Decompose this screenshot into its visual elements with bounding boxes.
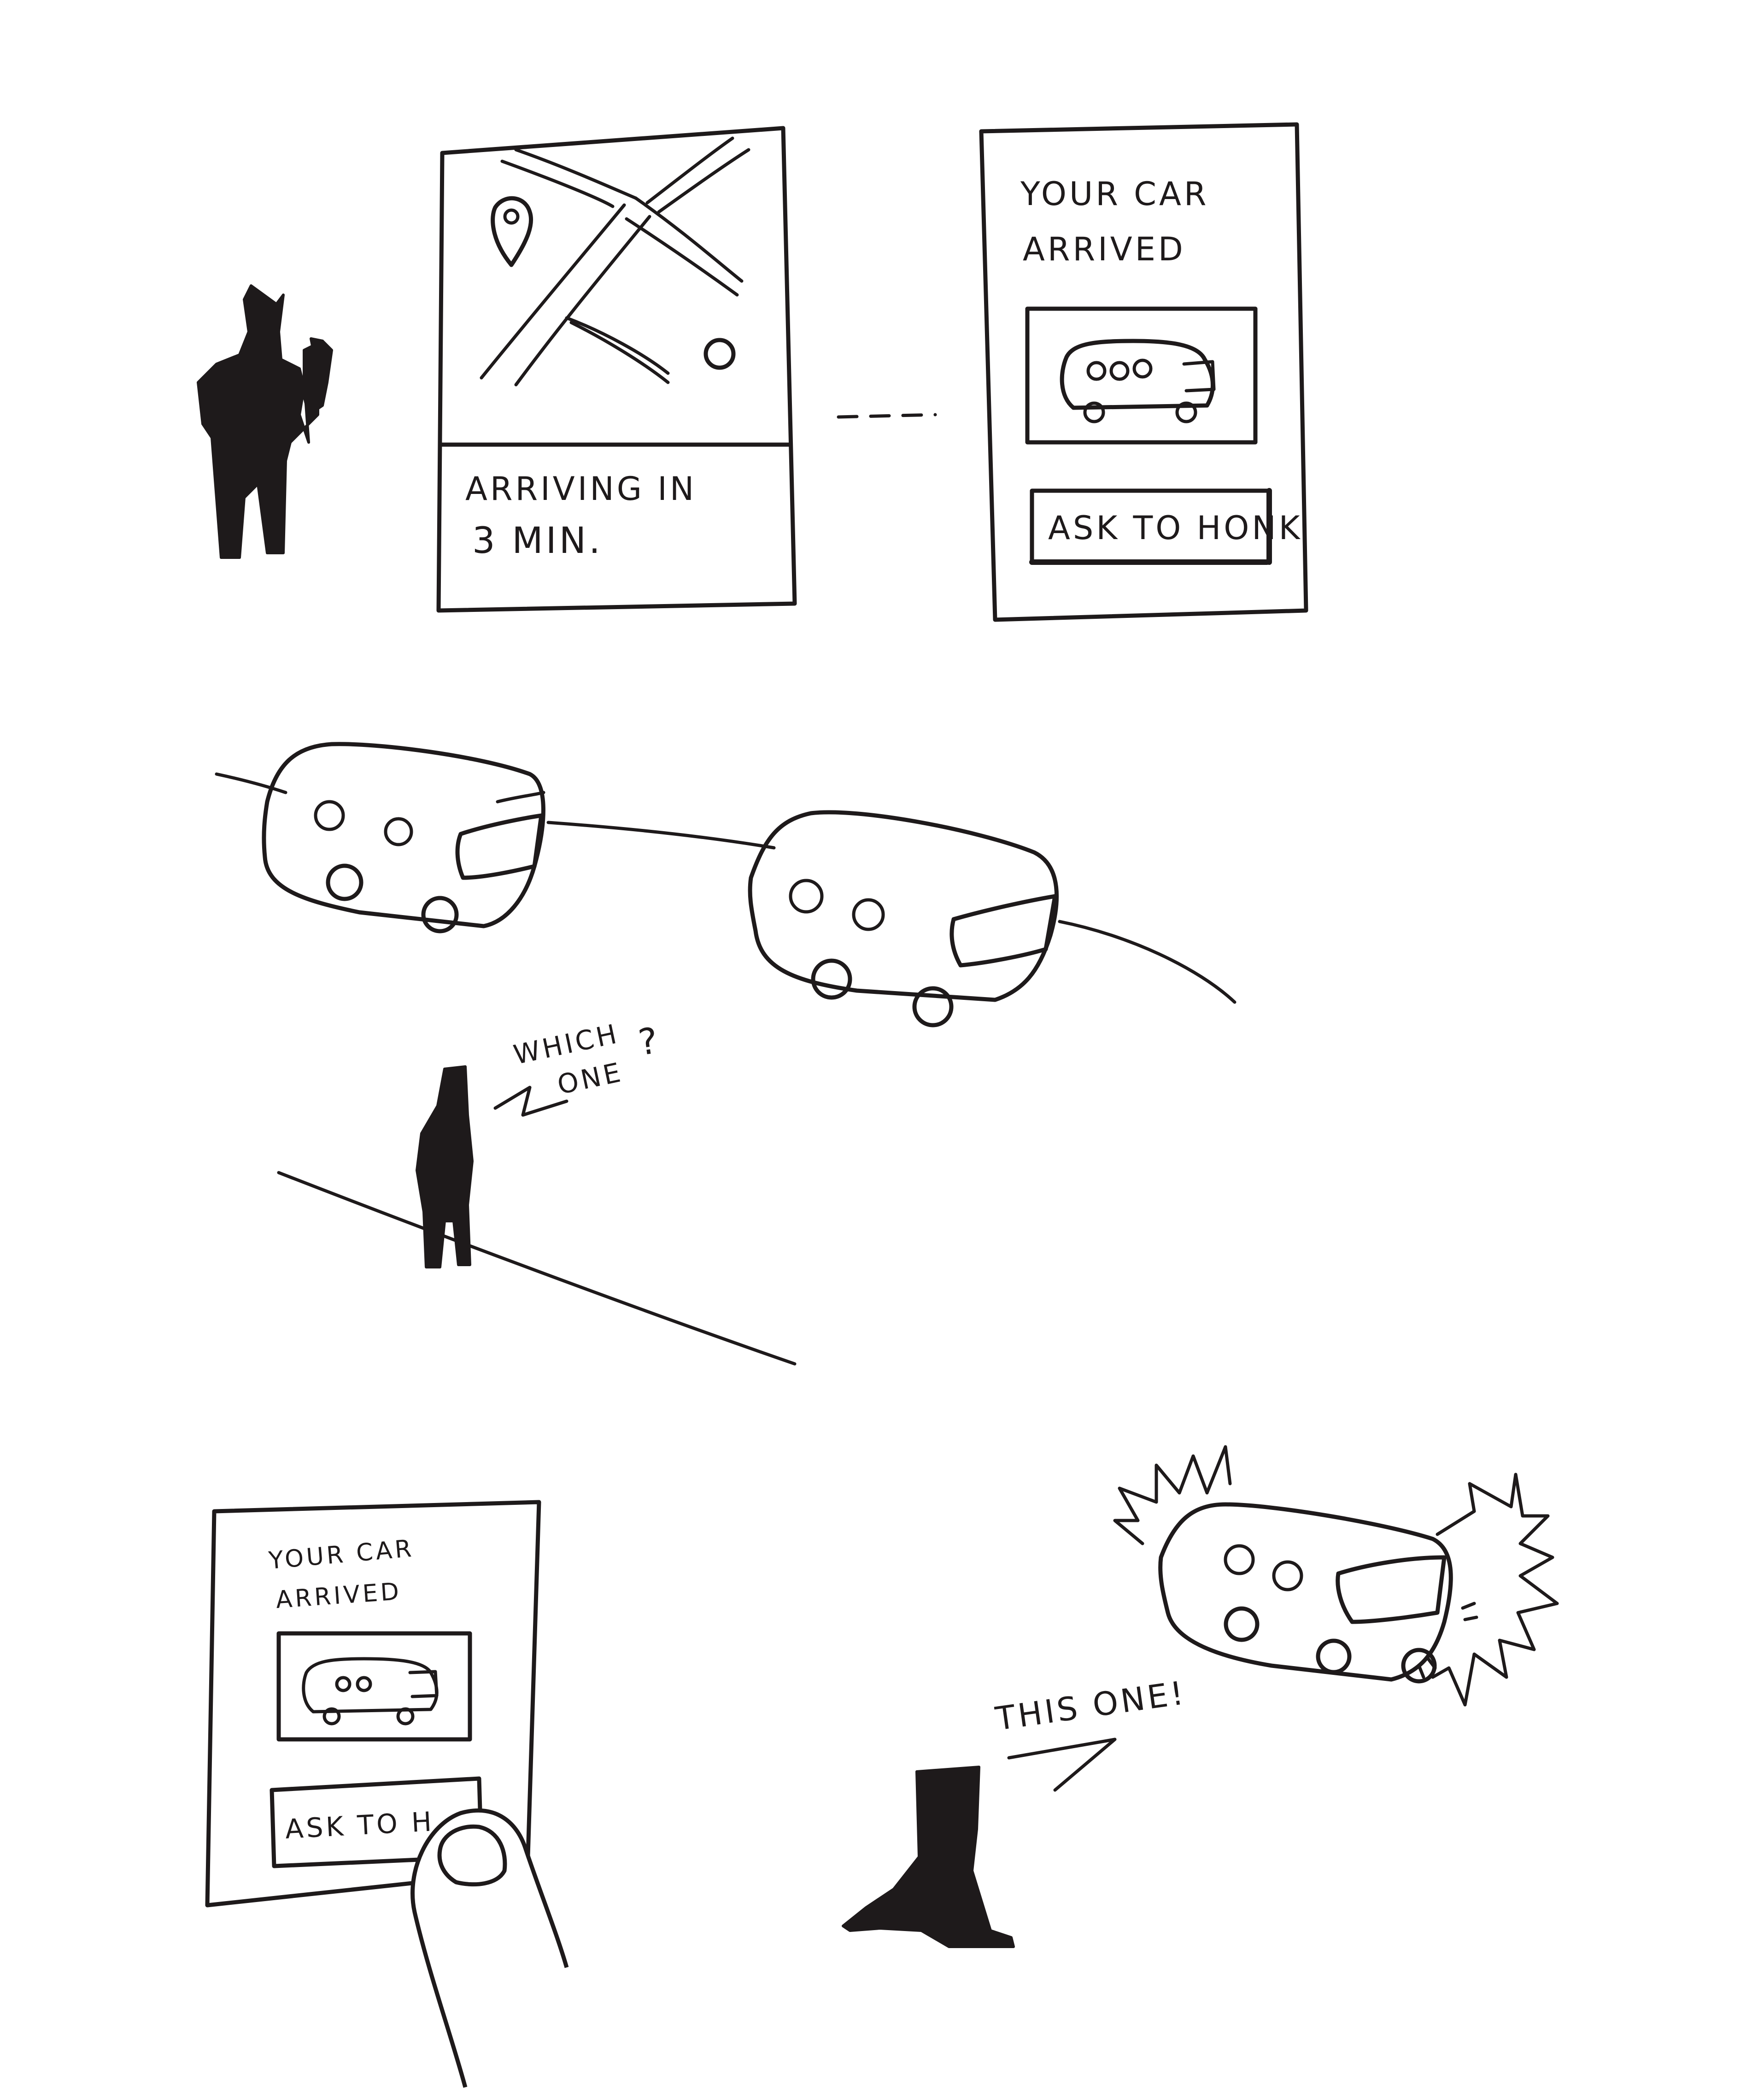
person-back-view-icon [842,1766,1015,1948]
this-one-speech: THIS ONE! [993,1674,1189,1792]
burst-left-icon [1113,1445,1232,1545]
arrival-status-line-2: 3 MIN. [472,520,603,562]
screen-transition-connector [837,413,937,419]
this-one-label: THIS ONE! [993,1674,1189,1738]
honking-car-icon [1158,1502,1453,1684]
panel-1: ARRIVING IN 3 MIN. YOUR CAR ARRIVED ASK … [197,122,1308,622]
which-one-line-2: ONE [555,1056,626,1100]
arrival-status-line-1: ARRIVING IN [465,470,697,508]
ask-to-honk-label: ASK TO HONK [1048,509,1303,547]
panel-3: YOUR CAR ARRIVED ASK TO H THIS ONE! [205,1445,1559,2088]
car-arrived-screen: YOUR CAR ARRIVED ASK TO HONK [979,122,1308,622]
arrived-title-line-1: YOUR CAR [1020,175,1209,213]
which-one-question-mark: ? [636,1020,663,1064]
road-line-near [1058,920,1237,1004]
panel-2: WHICH ONE ? [215,742,1237,1366]
sidewalk-line [277,1171,797,1366]
storyboard-sketch: ARRIVING IN 3 MIN. YOUR CAR ARRIVED ASK … [197,122,1559,2088]
car-2-icon [748,810,1059,1027]
person-holding-phone-icon [197,284,333,559]
car-arrived-screen-small: YOUR CAR ARRIVED ASK TO H [205,1500,569,2088]
finger-pressing-icon [410,1808,569,2088]
which-one-speech: WHICH ONE ? [493,1018,663,1117]
map-screen: ARRIVING IN 3 MIN. [436,126,797,613]
arrived-title-line-2: ARRIVED [1023,230,1186,268]
car-1-icon [262,742,545,934]
road-line-mid [546,821,776,850]
